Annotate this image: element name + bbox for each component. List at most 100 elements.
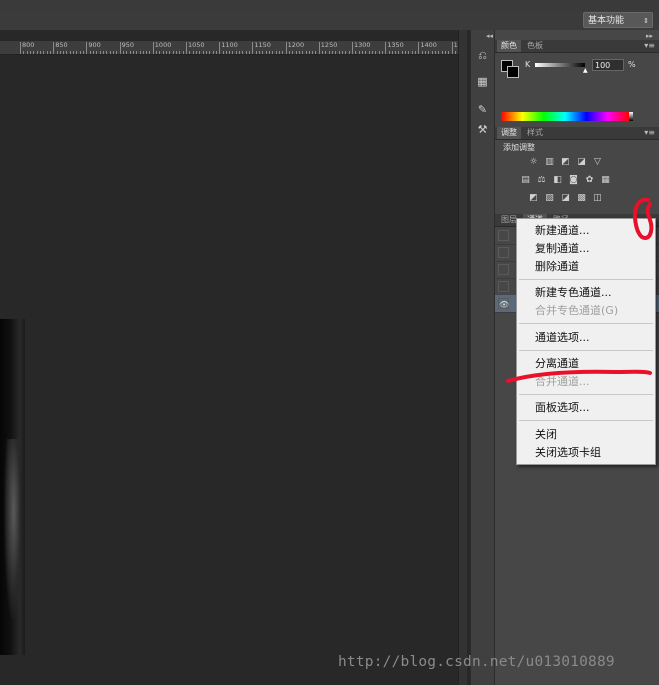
vertical-scrollbar[interactable]	[458, 30, 467, 685]
watermark: http://blog.csdn.net/u013010889	[338, 654, 615, 670]
visibility-toggle[interactable]	[498, 247, 509, 258]
ruler-minor-tick	[421, 51, 423, 54]
ruler-tick-label: 900	[88, 41, 101, 49]
tab-styles[interactable]: 样式	[523, 127, 547, 139]
black-white-icon[interactable]: ◧	[552, 175, 563, 186]
ruler-minor-tick	[202, 51, 204, 54]
channel-mixer-icon[interactable]: ✿	[584, 175, 595, 186]
tab-color[interactable]: 颜色	[497, 40, 521, 52]
tab-swatches[interactable]: 色板	[523, 40, 547, 52]
collapse-icon[interactable]: ▸▸	[646, 32, 653, 40]
document-canvas[interactable]	[0, 55, 466, 685]
ruler-tick-label: 1300	[354, 41, 371, 49]
history-icon[interactable]: ⎌	[475, 48, 490, 63]
ruler-minor-tick	[381, 51, 383, 54]
brush-icon[interactable]: ✎	[475, 102, 490, 117]
ruler-tick-line	[152, 42, 154, 54]
ruler-tick-label: 1250	[320, 41, 338, 49]
menu-item-channel-options[interactable]: 通道选项...	[535, 330, 590, 346]
ruler-minor-tick	[232, 51, 234, 54]
ruler-minor-tick	[242, 51, 244, 54]
ruler-minor-tick	[76, 51, 78, 54]
ruler-minor-tick	[272, 51, 274, 54]
ruler-minor-tick	[129, 51, 131, 54]
panel-menu-icon[interactable]: ▾≡	[644, 128, 655, 137]
curves-icon[interactable]: ◩	[560, 157, 571, 168]
workspace-select-label: 基本功能	[588, 16, 625, 26]
color-balance-icon[interactable]: ⚖	[536, 175, 547, 186]
slider-thumb-icon[interactable]: ▲	[583, 67, 588, 74]
ruler-tick-line	[318, 42, 320, 54]
ruler-minor-tick	[361, 51, 363, 54]
menu-item-new-spot-channel[interactable]: 新建专色通道...	[535, 285, 612, 301]
ruler-minor-tick	[239, 51, 241, 54]
hue-saturation-icon[interactable]: ▤	[520, 175, 531, 186]
k-channel-slider[interactable]	[535, 63, 585, 67]
menu-bar	[0, 0, 659, 10]
ruler-minor-tick	[348, 51, 350, 54]
ruler-tick-label: 950	[121, 41, 135, 49]
posterize-icon[interactable]: ▨	[544, 193, 555, 204]
ruler-minor-tick	[229, 51, 231, 54]
ruler-minor-tick	[23, 51, 25, 54]
brush-presets-icon[interactable]: ⚒	[475, 122, 490, 137]
k-channel-label: K	[525, 60, 531, 69]
color-spectrum[interactable]	[501, 112, 629, 121]
menu-item-delete-channel[interactable]: 删除通道	[535, 259, 579, 275]
ruler-minor-tick	[49, 51, 51, 54]
ruler-minor-tick	[345, 51, 347, 54]
menu-item-close-tab-group[interactable]: 关闭选项卡组	[535, 445, 601, 461]
menu-item-close[interactable]: 关闭	[535, 427, 557, 443]
color-lookup-icon[interactable]: ▦	[600, 175, 611, 186]
background-color-swatch[interactable]	[507, 66, 519, 78]
photo-filter-icon[interactable]: ◙	[568, 175, 579, 186]
levels-icon[interactable]: ▥	[544, 157, 555, 168]
collapse-icon[interactable]: ◂◂	[486, 32, 493, 40]
ruler-minor-tick	[132, 51, 134, 54]
panel-icon-dock: ⎌ ▦ ✎ ⚒	[470, 30, 495, 685]
ruler-tick-line	[20, 42, 21, 54]
brightness-contrast-icon[interactable]: ☼	[528, 157, 539, 168]
k-channel-input[interactable]: 100	[592, 59, 624, 71]
ruler-minor-tick	[106, 51, 108, 54]
ruler-minor-tick	[205, 51, 207, 54]
ruler-minor-tick	[159, 51, 161, 54]
ruler-minor-tick	[46, 51, 48, 54]
ruler-minor-tick	[146, 51, 148, 54]
ruler-tick-line	[252, 42, 254, 54]
add-adjustment-title: 添加调整	[503, 143, 535, 152]
exposure-icon[interactable]: ◪	[576, 157, 587, 168]
menu-item-panel-options[interactable]: 面板选项...	[535, 400, 590, 416]
panel-menu-icon[interactable]: ▾≡	[644, 41, 655, 50]
threshold-icon[interactable]: ◪	[560, 193, 571, 204]
visibility-toggle[interactable]	[498, 281, 509, 292]
k-unit-label: %	[628, 60, 636, 69]
tab-adjustments[interactable]: 调整	[497, 127, 521, 139]
ruler-minor-tick	[395, 51, 397, 54]
eye-icon[interactable]: 👁	[498, 298, 509, 309]
ruler-minor-tick	[358, 51, 360, 54]
selective-color-icon[interactable]: ▩	[576, 193, 587, 204]
menu-divider	[519, 350, 653, 351]
chevron-updown-icon: ⇕	[643, 17, 649, 25]
spectrum-black-white[interactable]	[629, 112, 633, 121]
properties-icon[interactable]: ▦	[475, 74, 490, 89]
ruler-minor-tick	[96, 51, 98, 54]
ruler-minor-tick	[192, 51, 194, 54]
ruler-minor-tick	[411, 51, 413, 54]
visibility-toggle[interactable]	[498, 264, 509, 275]
invert-icon[interactable]: ◩	[528, 193, 539, 204]
vibrance-icon[interactable]: ▽	[592, 157, 603, 168]
ruler-minor-tick	[292, 51, 294, 54]
gradient-map-icon[interactable]: ◫	[592, 193, 603, 204]
ruler-minor-tick	[26, 51, 28, 54]
ruler-minor-tick	[109, 51, 111, 54]
workspace-select[interactable]: 基本功能 ⇕	[583, 12, 653, 28]
menu-item-new-channel[interactable]: 新建通道...	[535, 223, 590, 239]
ruler-minor-tick	[29, 51, 31, 54]
ruler-minor-tick	[209, 51, 211, 54]
menu-item-duplicate-channel[interactable]: 复制通道...	[535, 241, 590, 257]
ruler-minor-tick	[179, 51, 181, 54]
ruler-minor-tick	[328, 51, 330, 54]
visibility-toggle[interactable]	[498, 230, 509, 241]
